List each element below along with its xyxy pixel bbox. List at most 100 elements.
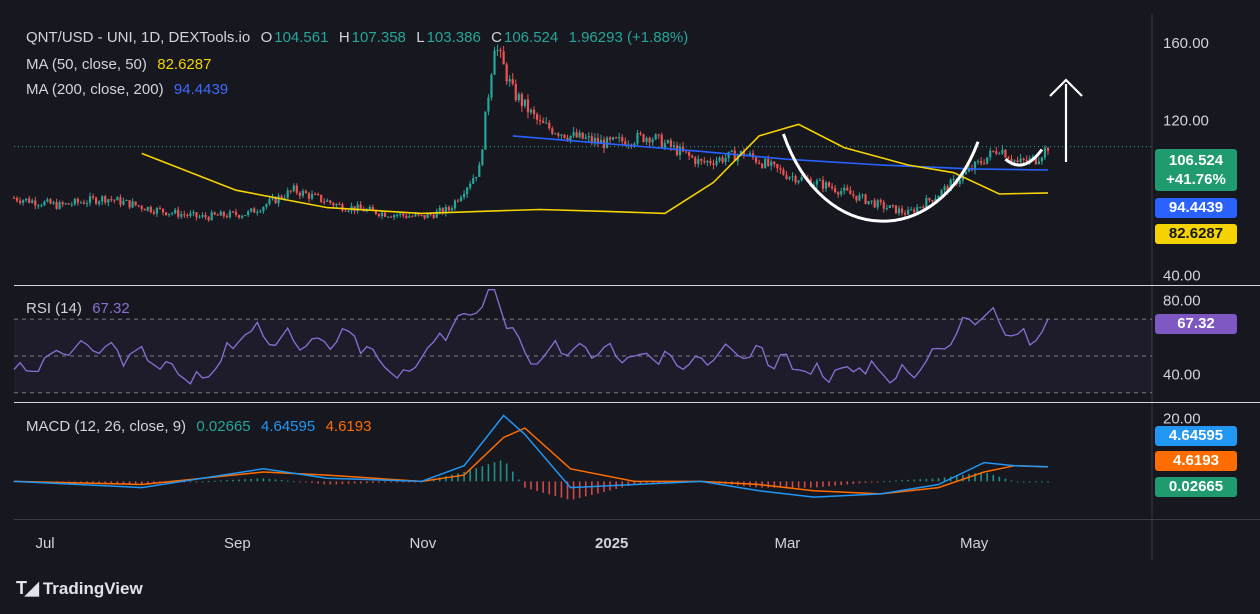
macd-histogram-bar [882,481,885,483]
macd-histogram-bar [499,460,502,482]
candle-body [259,211,262,213]
candle-body [788,177,791,179]
candle-body [925,198,928,209]
candle-body [371,206,374,210]
macd-histogram-bar [341,481,344,485]
macd-histogram-bar [834,481,836,486]
macd-histogram-bar [1035,481,1037,483]
candle-body [885,207,888,209]
macd-histogram-bar [1010,480,1013,482]
ma50-value: 82.6287 [157,56,212,73]
histogram-tag: 0.02665 [1155,477,1237,497]
candle-body [82,202,86,204]
candle-body [128,200,131,208]
candle-body [903,212,907,215]
candle-body [478,164,481,177]
candle-body [335,203,338,206]
candle-body [459,197,463,202]
macd-histogram-bar [992,474,995,482]
candle-body [408,216,411,218]
macd-histogram-bar [998,476,1001,482]
candle-body [347,210,350,212]
candle-body [484,111,487,150]
candle-body [648,137,651,143]
candle-body [764,158,767,168]
candle-body [1046,147,1050,152]
candle-body [852,194,855,196]
macd-histogram-bar [250,478,253,482]
candle-body [800,177,803,181]
candle-body [888,205,891,208]
macd-histogram-bar [299,481,301,483]
candle-body [240,215,244,218]
macd-histogram-bar [481,466,484,482]
candle-body [417,214,420,216]
macd-histogram-bar [809,481,812,488]
candle-body [313,193,317,195]
ma50-tag: 82.6287 [1155,224,1237,244]
candle-body [40,205,43,207]
candle-body [709,160,712,164]
macd-histogram-bar [286,480,289,482]
macd-histogram-bar [560,481,563,498]
candle-body [785,174,788,179]
candle-body [326,200,329,202]
ma200-tag: 94.4439 [1155,198,1237,218]
macd-histogram-bar [220,480,222,482]
price-tick-label: 160.00 [1163,35,1209,52]
candle-body [234,211,238,216]
macd-histogram-bar [311,481,313,484]
macd-histogram-bar [876,481,879,483]
macd-histogram-bar [463,471,465,482]
candle-body [669,140,672,147]
candle-body [520,94,523,107]
candle-body [514,84,517,101]
time-tick-label: 2025 [595,535,628,552]
macd-histogram-bar [901,480,903,482]
candle-body [697,159,700,165]
candle-body [964,171,967,175]
candle-body [152,212,155,214]
candle-body [824,182,828,189]
candle-body [560,134,563,136]
candle-body [396,214,399,216]
candle-body [131,201,134,208]
candle-body [830,186,834,189]
candle-body [164,212,168,216]
candle-body [116,197,119,201]
candle-body [545,122,548,124]
candle-body [338,203,341,205]
candle-body [493,50,496,75]
candle-body [876,200,879,208]
macd-histogram-bar [365,481,368,484]
candle-body [748,153,752,156]
macd-histogram-bar [1004,478,1007,482]
macd-histogram-bar [280,480,283,482]
macd-histogram-bar [767,481,770,488]
candle-body [724,157,727,163]
candle-body [654,134,657,140]
tradingview-logo[interactable]: T◢ TradingView [16,578,143,599]
low-label: L [416,29,425,46]
candle-body [253,208,256,213]
macd-tag: 4.64595 [1155,426,1237,446]
candle-body [222,211,225,217]
candle-body [423,215,426,219]
candle-body [317,193,320,195]
candle-body [228,211,232,218]
macd-histogram-bar [791,481,794,488]
candle-body [122,200,125,205]
candle-body [612,137,615,140]
macd-histogram-bar [578,481,581,498]
candle-body [262,207,265,212]
macd-histogram-bar [986,472,988,482]
candle-body [73,198,76,205]
candle-body [286,190,289,199]
candle-body [849,190,852,195]
tradingview-mark-icon: T◢ [16,578,39,598]
candle-body [107,199,110,203]
candle-body [219,211,222,216]
candle-body [827,182,831,187]
macd-histogram-bar [822,481,824,487]
candle-body [174,209,177,214]
